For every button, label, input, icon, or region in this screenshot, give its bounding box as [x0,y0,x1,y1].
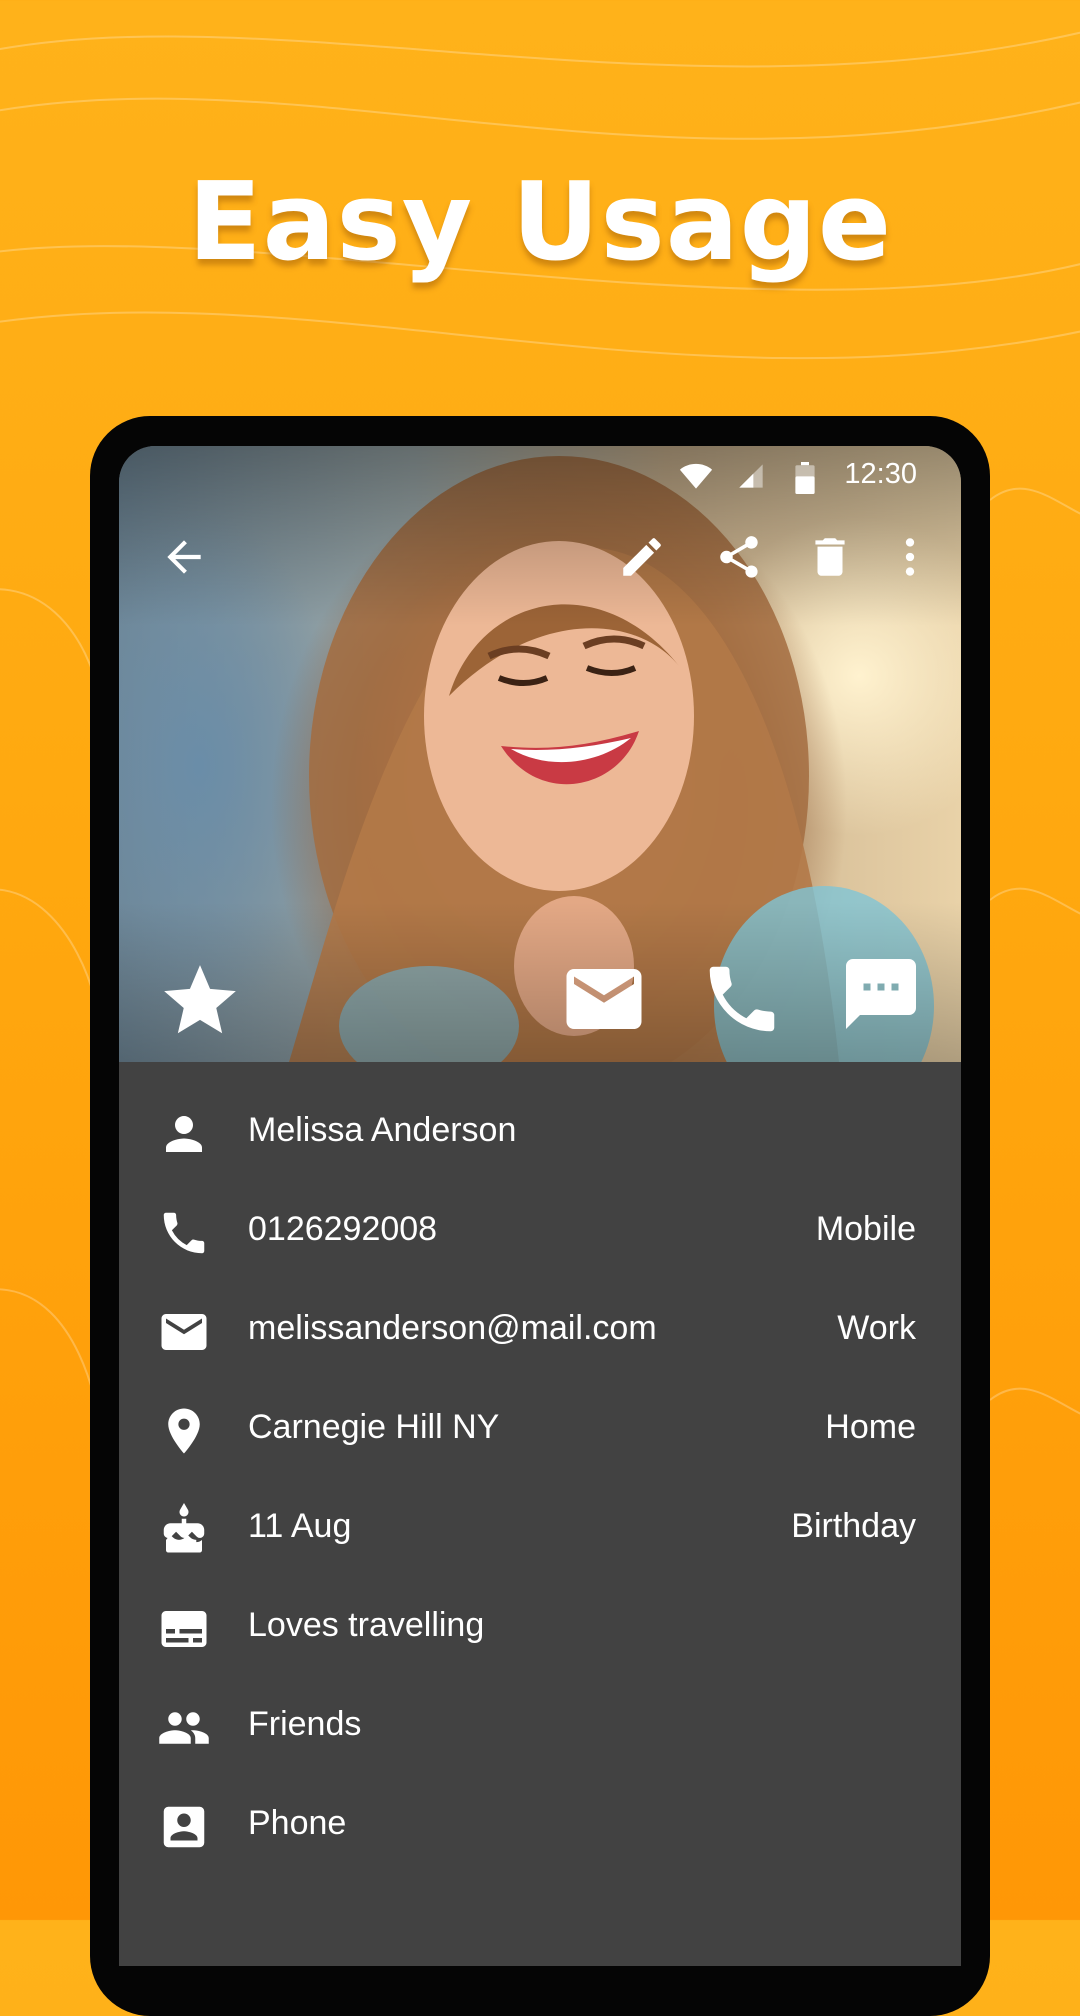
contact-name: Melissa Anderson [248,1111,517,1149]
group-icon [159,1712,209,1744]
event-row[interactable]: 11 Aug Birthday [119,1477,961,1576]
phone-icon [163,1212,205,1254]
email-type-label: Work [837,1309,916,1347]
status-bar: 12:30 [119,446,961,502]
location-pin-icon [168,1408,200,1454]
contact-details: Melissa Anderson 0126292008 Mobile melis… [119,1062,961,1966]
address: Carnegie Hill NY [248,1408,500,1446]
back-arrow-icon[interactable] [159,532,209,582]
message-icon[interactable] [839,952,923,1036]
mail-icon [161,1314,207,1350]
person-icon [166,1116,202,1152]
note-text: Loves travelling [248,1606,485,1644]
delete-icon[interactable] [805,532,855,582]
event-type-label: Birthday [791,1507,916,1545]
share-icon[interactable] [714,532,764,582]
headline: Easy Usage [187,160,893,285]
signal-icon [739,464,763,488]
name-row[interactable]: Melissa Anderson [119,1081,961,1180]
status-time: 12:30 [844,458,917,490]
wifi-icon [679,463,713,489]
email-row[interactable]: melissanderson@mail.com Work [119,1279,961,1378]
contact-source: Phone [248,1804,347,1842]
note-icon [161,1611,207,1647]
edit-icon[interactable] [617,532,667,582]
phone-type-label: Mobile [815,1210,916,1248]
more-vert-icon[interactable] [885,532,935,582]
photo-bottom-shade [119,902,961,1062]
email-icon[interactable] [559,954,649,1044]
email-address: melissanderson@mail.com [248,1309,657,1347]
group-row[interactable]: Friends [119,1675,961,1774]
call-icon[interactable] [699,956,785,1042]
phone-number: 0126292008 [248,1210,438,1248]
battery-icon [795,462,815,494]
star-icon[interactable] [157,958,243,1044]
group-name: Friends [248,1705,362,1743]
phone-row[interactable]: 0126292008 Mobile [119,1180,961,1279]
cake-icon [163,1503,205,1553]
address-type-label: Home [825,1408,916,1446]
note-row[interactable]: Loves travelling [119,1576,961,1675]
source-row[interactable]: Phone [119,1774,961,1873]
phone-screen: 12:30 Melissa Anderson 0126292008 Mobile… [119,446,961,1966]
event-date: 11 Aug [248,1507,352,1545]
contact-photo[interactable]: 12:30 [119,446,961,1062]
address-row[interactable]: Carnegie Hill NY Home [119,1378,961,1477]
contact-card-icon [163,1806,205,1848]
